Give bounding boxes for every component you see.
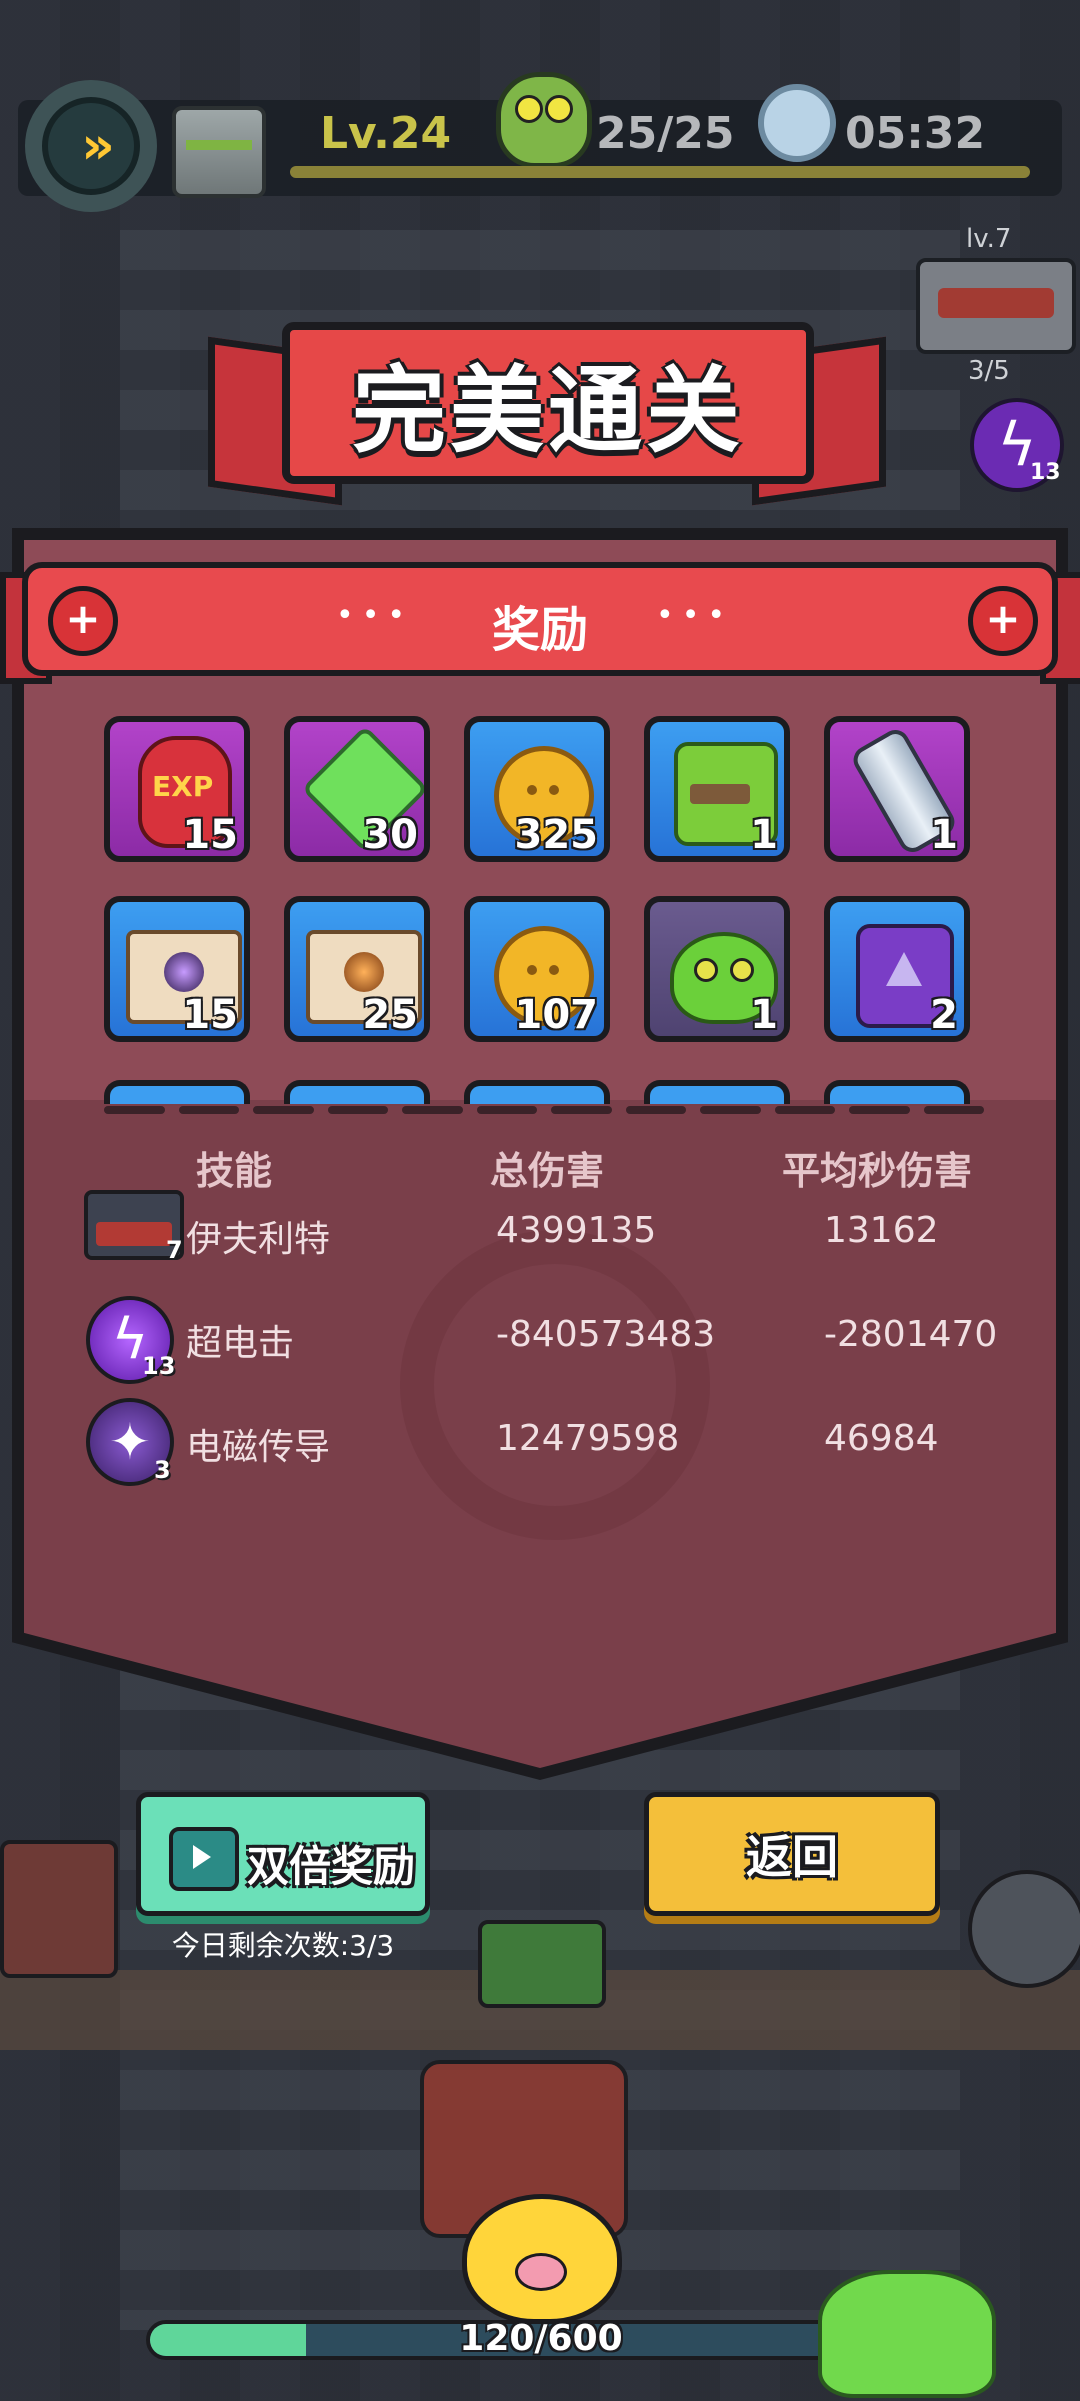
gem-pile-icon[interactable] xyxy=(818,2270,996,2398)
reward-item-partial xyxy=(284,1080,430,1104)
hud-kill-count: 25/25 xyxy=(596,108,735,159)
panel-watermark xyxy=(400,1230,710,1540)
zombie-icon xyxy=(496,72,592,168)
video-ad-icon xyxy=(169,1827,239,1891)
skill-level: 3 xyxy=(154,1456,171,1484)
skill-name: 伊夫利特 xyxy=(186,1219,331,1260)
reward-count: 1 xyxy=(750,992,778,1038)
reward-item-puzzle[interactable]: 1 xyxy=(644,716,790,862)
column-header-total-damage: 总伤害 xyxy=(490,1149,605,1193)
reward-count: 1 xyxy=(930,812,958,858)
coin-face xyxy=(527,785,537,795)
total-damage: 12479598 xyxy=(496,1418,680,1459)
weapon-core xyxy=(344,952,384,992)
dps-value: -2801470 xyxy=(824,1314,998,1355)
pig-mascot-icon xyxy=(462,2194,622,2324)
divider xyxy=(104,1106,984,1116)
double-reward-label: 双倍奖励 xyxy=(247,1842,416,1891)
coin-face xyxy=(527,965,537,975)
reward-item-gem[interactable]: 30 xyxy=(284,716,430,862)
reward-item-partial xyxy=(464,1080,610,1104)
reward-item-partial xyxy=(824,1080,970,1104)
plus-icon: + xyxy=(48,586,118,656)
column-header-dps: 平均秒伤害 xyxy=(782,1149,973,1193)
reward-item-weapon-scroll[interactable]: 25 xyxy=(284,896,430,1042)
weapon-slot[interactable] xyxy=(916,258,1076,354)
reward-item-partial xyxy=(104,1080,250,1104)
remaining-count: 今日剩余次数:3/3 xyxy=(171,1929,395,1962)
plus-icon: + xyxy=(968,586,1038,656)
reward-count: 15 xyxy=(182,812,238,858)
pig-nose xyxy=(515,2253,567,2291)
total-damage: -840573483 xyxy=(496,1314,716,1355)
dps-value: 46984 xyxy=(824,1418,939,1459)
fast-forward-icon: » xyxy=(42,97,140,195)
weapon-count-label: 3/5 xyxy=(968,356,1010,386)
reward-count: 15 xyxy=(182,992,238,1038)
title-banner: 完美通关 xyxy=(282,322,814,484)
reward-count: 2 xyxy=(930,992,958,1038)
clock-icon xyxy=(758,84,836,162)
reward-count: 107 xyxy=(514,992,599,1038)
skill-level: 13 xyxy=(142,1352,176,1380)
speed-toggle-button[interactable]: » xyxy=(25,80,157,212)
header-dots-left: ••• xyxy=(336,598,414,633)
vortex-core xyxy=(164,952,204,992)
header-dots-right: ••• xyxy=(656,598,734,633)
reward-item-coin[interactable]: 107 xyxy=(464,896,610,1042)
dps-value: 13162 xyxy=(824,1210,939,1251)
double-reward-button[interactable]: 双倍奖励 xyxy=(136,1792,430,1916)
hud-timer: 05:32 xyxy=(845,108,986,159)
reward-item-tube[interactable]: 1 xyxy=(824,716,970,862)
reward-count: 25 xyxy=(362,992,418,1038)
left-turret xyxy=(0,1840,118,1978)
weapon-level-label: lv.7 xyxy=(966,224,1012,254)
hud-level: Lv.24 xyxy=(320,108,452,159)
reward-count: 1 xyxy=(750,812,778,858)
reward-item-vortex-scroll[interactable]: 15 xyxy=(104,896,250,1042)
reward-item-slime[interactable]: 1 xyxy=(644,896,790,1042)
skill-name: 电磁传导 xyxy=(186,1427,331,1468)
orb-count: 13 xyxy=(1030,460,1061,485)
reward-count: 30 xyxy=(362,812,418,858)
skill-name: 超电击 xyxy=(186,1323,295,1364)
reward-item-coin[interactable]: 325 xyxy=(464,716,610,862)
exp-label: EXP xyxy=(152,770,214,803)
skill-level: 7 xyxy=(166,1236,183,1264)
page-title: 完美通关 xyxy=(351,357,744,466)
chip-emblem xyxy=(886,952,922,986)
wave-progress-bar xyxy=(290,166,1030,178)
reward-count: 325 xyxy=(514,812,599,858)
reward-item-partial xyxy=(644,1080,790,1104)
back-button[interactable]: 返回 xyxy=(644,1792,940,1916)
chest-icon[interactable] xyxy=(172,106,266,198)
reward-item-chip[interactable]: 2 xyxy=(824,896,970,1042)
total-damage: 4399135 xyxy=(496,1210,657,1251)
supply-cart xyxy=(478,1920,606,2008)
reward-item-exp[interactable]: EXP 15 xyxy=(104,716,250,862)
rewards-header-title: 奖励 xyxy=(491,602,588,658)
puzzle-gun xyxy=(690,784,750,804)
back-label: 返回 xyxy=(746,1830,838,1884)
right-turret xyxy=(968,1870,1080,1988)
column-header-skill: 技能 xyxy=(196,1149,273,1193)
